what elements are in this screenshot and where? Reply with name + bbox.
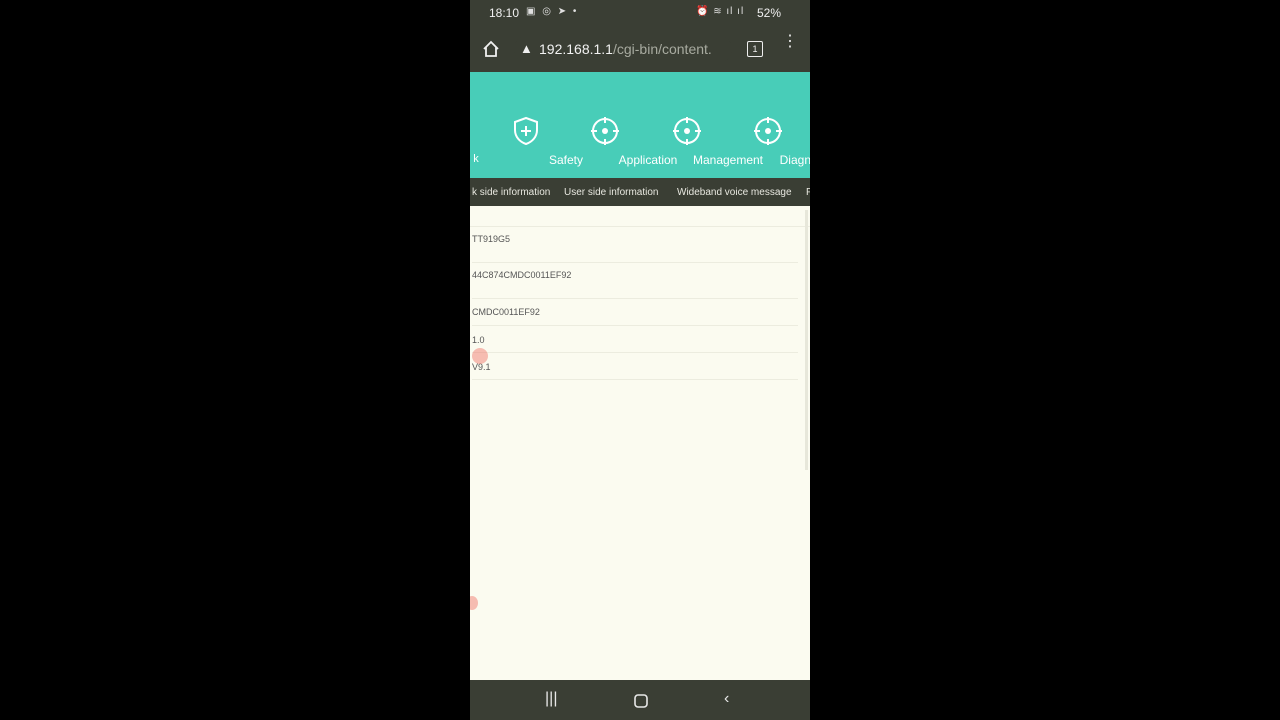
nav-item-label: k: [473, 153, 479, 165]
status-time: 18:10: [489, 6, 520, 20]
overflow-menu-icon[interactable]: ⋮: [782, 34, 798, 50]
url-text[interactable]: 192.168.1.1/cgi-bin/content.: [539, 41, 729, 57]
nav-item-management[interactable]: Management: [652, 72, 763, 178]
phone-screen: 18:10 ▣ ◎ ➤ • ⏰ ≋ ıl ıl 52% ▲ 192.168.1.…: [470, 0, 810, 720]
status-bar: 18:10 ▣ ◎ ➤ • ⏰ ≋ ıl ıl 52%: [470, 0, 810, 27]
tab-count-button[interactable]: 1: [747, 41, 763, 57]
info-value: CMDC0011EF92: [472, 307, 540, 317]
browser-address-bar: ▲ 192.168.1.1/cgi-bin/content. 1 ⋮: [470, 27, 810, 72]
url-field[interactable]: ▲ 192.168.1.1/cgi-bin/content.: [514, 35, 732, 63]
nav-item-label: Diagnosis: [779, 153, 810, 167]
shield-plus-icon: [514, 116, 538, 146]
info-row: 1.0: [472, 335, 798, 353]
sub-tabs: k side information User side information…: [470, 178, 810, 206]
info-value: 44C874CMDC0011EF92: [472, 270, 572, 280]
touch-indicator: [472, 348, 488, 364]
tab-wideband-voice-message[interactable]: Wideband voice message: [677, 187, 792, 198]
info-row: V9.1: [472, 362, 798, 380]
info-value: TT919G5: [472, 234, 511, 244]
url-host: 192.168.1.1: [539, 41, 613, 57]
scrollbar[interactable]: [805, 210, 808, 470]
nav-item-safety[interactable]: Safety: [492, 72, 583, 178]
tab-user-side-information[interactable]: User side information: [564, 187, 658, 198]
back-icon[interactable]: ‹: [724, 690, 729, 708]
url-path: /cgi-bin/content.: [612, 41, 712, 57]
nav-item-application[interactable]: Application: [570, 72, 677, 178]
nav-item-diagnosis[interactable]: Diagnosis: [736, 72, 810, 178]
warning-icon[interactable]: ▲: [520, 41, 533, 56]
home-icon[interactable]: [482, 40, 500, 58]
main-nav: k Safety Application Management Diagn: [470, 72, 810, 178]
info-row: TT919G5: [472, 234, 798, 263]
divider: [470, 226, 810, 227]
nav-item-partial[interactable]: k: [470, 72, 479, 178]
tab-network-side-information[interactable]: k side information: [472, 187, 550, 198]
android-nav-bar: ||| ‹: [470, 680, 810, 720]
battery-level: 52%: [757, 6, 782, 20]
info-row: CMDC0011EF92: [472, 307, 798, 326]
crosshair-icon: [754, 117, 782, 145]
info-value: 1.0: [472, 335, 485, 345]
crosshair-icon: [591, 117, 619, 145]
tab-partial[interactable]: F: [806, 187, 810, 198]
home-circle-icon[interactable]: [633, 693, 649, 709]
touch-indicator: [470, 596, 478, 610]
crosshair-icon: [673, 117, 701, 145]
info-row: 44C874CMDC0011EF92: [472, 270, 798, 299]
recent-apps-icon[interactable]: |||: [545, 690, 557, 708]
device-info-panel: TT919G5 44C874CMDC0011EF92 CMDC0011EF92 …: [470, 206, 810, 680]
notification-icons: ▣ ◎ ➤ •: [526, 6, 579, 17]
system-icons: ⏰ ≋ ıl ıl: [696, 6, 745, 17]
